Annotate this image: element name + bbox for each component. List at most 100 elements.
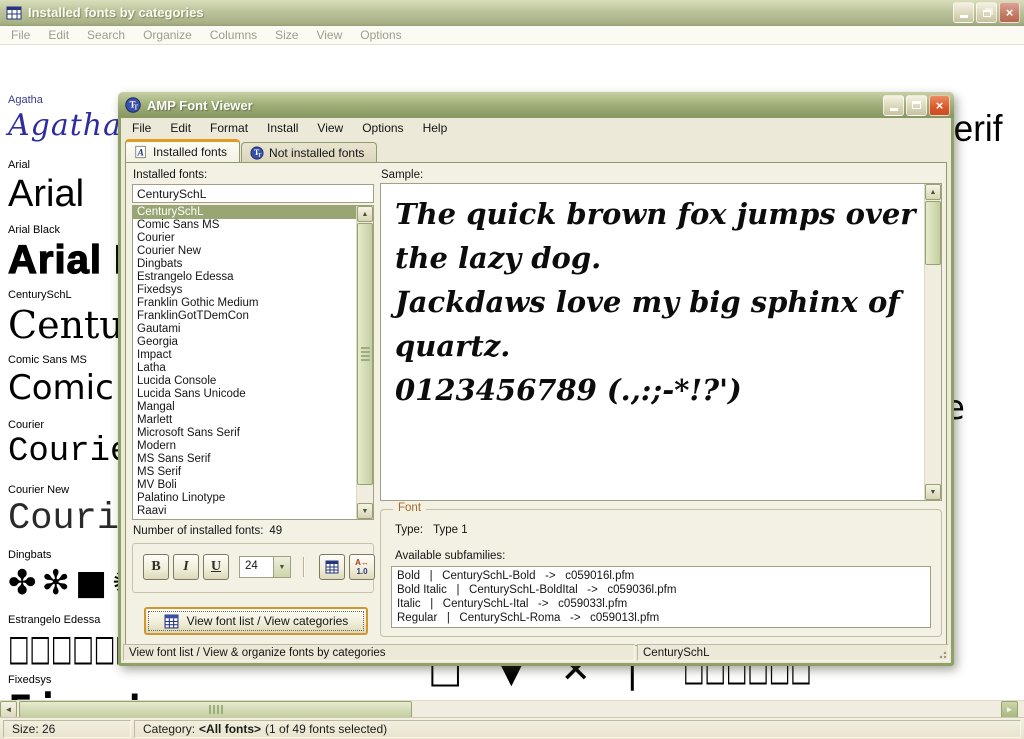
font-preview-fixedsys[interactable]: Fixedsys Fixedsys (8, 674, 225, 700)
horizontal-scroll-thumb[interactable] (19, 701, 412, 718)
font-list-item[interactable]: FranklinGotTDemCon (133, 310, 356, 323)
menu-item[interactable]: Size (266, 26, 307, 44)
font-list-item[interactable]: Estrangelo Edessa (133, 271, 356, 284)
font-list-item[interactable]: Georgia (133, 336, 356, 349)
menu-item[interactable]: View (308, 119, 353, 137)
sample-scrollbar[interactable]: ▲ ▼ (924, 184, 941, 500)
font-list-item[interactable]: CenturySchL (133, 206, 356, 219)
subfamilies-list[interactable]: Bold | CenturySchL-Bold -> c059016l.pfmB… (391, 566, 931, 628)
main-statusbar: Size: 26 Category: <All fonts> (1 of 49 … (0, 717, 1024, 739)
font-list-item[interactable]: MS Serif (133, 466, 356, 479)
close-icon: × (936, 98, 944, 113)
scroll-up-button[interactable]: ▲ (357, 206, 373, 222)
installed-fonts-list[interactable]: CenturySchLComic Sans MSCourierCourier N… (132, 205, 374, 520)
scroll-down-button[interactable]: ▼ (925, 484, 941, 500)
dialog-maximize-button[interactable] (906, 95, 927, 116)
font-list-item[interactable]: Franklin Gothic Medium (133, 297, 356, 310)
menu-item[interactable]: Help (414, 119, 458, 137)
resize-grip[interactable] (937, 649, 947, 659)
subfamily-row[interactable]: Regular | CenturySchL-Roma -> c059013l.p… (392, 611, 930, 625)
status-category: Category: <All fonts> (1 of 49 fonts sel… (134, 720, 1021, 738)
main-titlebar[interactable]: Installed fonts by categories × (0, 0, 1024, 26)
menu-item[interactable]: Edit (161, 119, 201, 137)
font-list-item[interactable]: Lucida Sans Unicode (133, 388, 356, 401)
font-list-item[interactable]: Microsoft Sans Serif (133, 427, 356, 440)
not-installed-fonts-tab-icon: T T (250, 146, 264, 160)
menu-item[interactable]: Organize (134, 26, 201, 44)
menu-item[interactable]: Format (201, 119, 258, 137)
horizontal-scrollbar[interactable]: ◄ ► (0, 700, 1024, 717)
scroll-down-button[interactable]: ▼ (357, 503, 373, 519)
subfamily-row[interactable]: Bold | CenturySchL-Bold -> c059016l.pfm (392, 569, 930, 583)
dialog-titlebar[interactable]: T T AMP Font Viewer × (118, 92, 954, 118)
scroll-up-button[interactable]: ▲ (925, 184, 941, 200)
scroll-up-icon: ▲ (362, 211, 369, 218)
subfamily-row[interactable]: Bold Italic | CenturySchL-BoldItal -> c0… (392, 583, 930, 597)
status-hint: View font list / View & organize fonts b… (123, 644, 635, 661)
menu-item[interactable]: Options (353, 119, 413, 137)
menu-item[interactable]: Columns (201, 26, 266, 44)
view-font-list-button[interactable]: View font list / View categories (144, 607, 368, 635)
minimize-button[interactable] (953, 2, 974, 23)
character-map-button[interactable] (319, 554, 345, 580)
dialog-menubar: FileEditFormatInstallViewOptionsHelp (121, 118, 951, 138)
sample-line: 0123456789 (.,:;-*!?') (395, 368, 924, 412)
font-list-item[interactable]: Fixedsys (133, 284, 356, 297)
font-filter-input[interactable] (132, 184, 374, 203)
tab-label: Installed fonts (153, 145, 227, 159)
font-list-item[interactable]: Comic Sans MS (133, 219, 356, 232)
list-scrollbar[interactable]: ▲ ▼ (356, 206, 373, 519)
format-toolbar: B I U 24 ▼ A↔ 1.0 (132, 543, 374, 593)
scroll-left-button[interactable]: ◄ (0, 701, 17, 718)
sample-line: quartz. (395, 324, 924, 368)
amp-font-viewer-window: T T AMP Font Viewer × FileEditFormatInst… (118, 92, 954, 666)
tab-installed-fonts[interactable]: A Installed fonts (125, 139, 240, 162)
list-scroll-thumb[interactable] (357, 223, 373, 485)
type-value: Type 1 (433, 524, 468, 536)
menu-item[interactable]: Install (258, 119, 308, 137)
sample-scroll-thumb[interactable] (925, 201, 941, 265)
font-list-item[interactable]: MV Boli (133, 479, 356, 492)
menu-item[interactable]: File (123, 119, 161, 137)
font-list-item[interactable]: MS Sans Serif (133, 453, 356, 466)
underline-button[interactable]: U (203, 554, 229, 580)
font-list-item[interactable]: Impact (133, 349, 356, 362)
grid-icon (325, 560, 339, 574)
scroll-right-button[interactable]: ► (1001, 701, 1018, 718)
close-button[interactable]: × (999, 2, 1020, 23)
font-type-row: Type: Type 1 (395, 524, 468, 536)
restore-button[interactable] (976, 2, 997, 23)
dialog-close-button[interactable]: × (929, 95, 950, 116)
font-scale-button[interactable]: A↔ 1.0 (349, 554, 375, 580)
font-list-item[interactable]: Modern (133, 440, 356, 453)
dialog-title: AMP Font Viewer (147, 98, 883, 113)
chevron-down-icon: ▼ (279, 564, 286, 571)
font-preview-agatha[interactable]: Agatha Agatha (8, 94, 122, 143)
dialog-statusbar: View font list / View & organize fonts b… (121, 644, 951, 661)
menu-item[interactable]: Search (78, 26, 134, 44)
font-list-item[interactable]: Dingbats (133, 258, 356, 271)
subfamily-row[interactable]: Italic | CenturySchL-Ital -> c059033l.pf… (392, 597, 930, 611)
font-list-item[interactable]: Mangal (133, 401, 356, 414)
menu-item[interactable]: Edit (39, 26, 78, 44)
font-list-item[interactable]: Courier (133, 232, 356, 245)
font-size-combo[interactable]: 24 ▼ (239, 556, 291, 578)
sample-line: Jackdaws love my big sphinx of (395, 280, 924, 324)
menu-item[interactable]: File (2, 26, 39, 44)
font-list-item[interactable]: Gautami (133, 323, 356, 336)
font-list-item[interactable]: Latha (133, 362, 356, 375)
bold-button[interactable]: B (143, 554, 169, 580)
font-list-item[interactable]: Courier New (133, 245, 356, 258)
dialog-minimize-button[interactable] (883, 95, 904, 116)
font-list-item[interactable]: Palatino Linotype (133, 492, 356, 505)
italic-button[interactable]: I (173, 554, 199, 580)
tab-not-installed-fonts[interactable]: T T Not installed fonts (241, 142, 377, 162)
font-list-item[interactable]: Lucida Console (133, 375, 356, 388)
scroll-left-icon: ◄ (5, 705, 13, 714)
font-list-item[interactable]: Raavi (133, 505, 356, 518)
font-list-item[interactable]: Marlett (133, 414, 356, 427)
menu-item[interactable]: View (307, 26, 351, 44)
font-preview-arial[interactable]: Arial Arial (8, 159, 84, 216)
menu-item[interactable]: Options (351, 26, 410, 44)
combo-dropdown-button[interactable]: ▼ (273, 557, 290, 577)
